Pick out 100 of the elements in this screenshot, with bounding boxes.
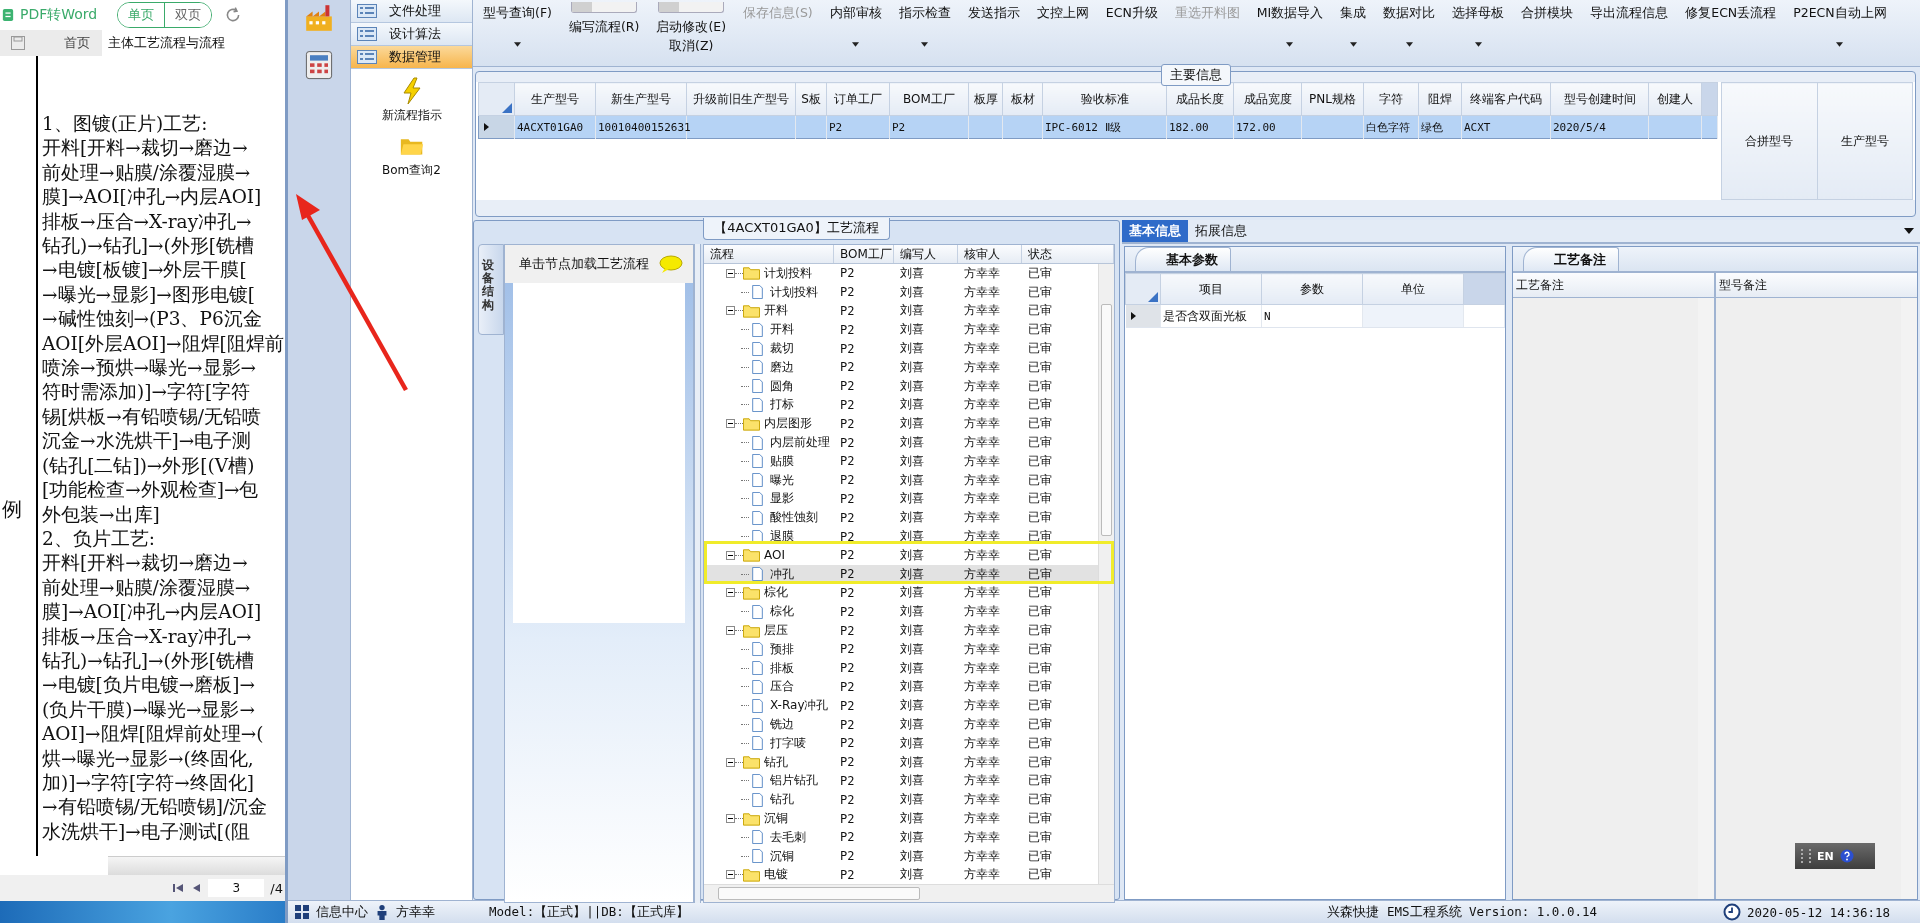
tree-row[interactable]: 钻孔 P2 刘喜 方幸幸 已审 (704, 790, 1098, 810)
dropdown-caret-icon[interactable] (1904, 228, 1914, 234)
tree-row[interactable]: 内层前处理 P2 刘喜 方幸幸 已审 (704, 433, 1098, 452)
tree-row[interactable]: 层压 P2 刘喜 方幸幸 已审 (704, 621, 1098, 640)
toolbar-button[interactable]: ECN升级 (1105, 2, 1158, 66)
column-header[interactable]: 单位 (1362, 273, 1464, 305)
toolbar-button[interactable]: P2ECN自动上网 (1793, 2, 1887, 66)
toolbar-button[interactable]: 导出流程信息 (1590, 2, 1669, 66)
nav-tool-button[interactable]: 新流程指示 (351, 77, 472, 124)
splitter-handle[interactable] (694, 244, 701, 904)
tree-row[interactable]: 圆角 P2 刘喜 方幸幸 已审 (704, 376, 1098, 396)
tab[interactable]: 基本信息 (1122, 220, 1188, 242)
column-header[interactable]: 状态 (1022, 245, 1114, 263)
column-header[interactable]: 型号创建时间 (1550, 82, 1649, 116)
column-header[interactable]: 板厚 (968, 82, 1003, 116)
toggle-switch[interactable] (571, 2, 638, 13)
column-header[interactable]: PNL规格 (1301, 82, 1364, 116)
tree-row[interactable]: 退膜 P2 刘喜 方幸幸 已审 (704, 527, 1098, 546)
column-header[interactable]: 验收标准 (1042, 82, 1167, 116)
column-header[interactable]: BOM工厂 (889, 82, 969, 116)
tree-row[interactable]: 预排 P2 刘喜 方幸幸 已审 (704, 639, 1098, 659)
column-header[interactable]: 新生产型号 (595, 82, 687, 116)
toolbar-button[interactable]: 合拼模块 (1521, 2, 1574, 66)
toolbar-button[interactable]: 选择母板 (1452, 2, 1505, 66)
column-header[interactable]: 项目 (1160, 273, 1262, 305)
document-tab[interactable]: 主体工艺流程与流程 (102, 30, 285, 56)
tree-row[interactable]: 棕化 P2 刘喜 方幸幸 已审 (704, 583, 1098, 603)
info-center-link[interactable]: 信息中心 (316, 903, 368, 921)
tree-row[interactable]: 铝片钻孔 P2 刘喜 方幸幸 已审 (704, 771, 1098, 791)
tree-row[interactable]: 沉铜 P2 刘喜 方幸幸 已审 (704, 846, 1098, 866)
column-header[interactable]: 生产型号 (1817, 82, 1913, 200)
nav-menu-item[interactable]: 文件处理 (351, 0, 472, 23)
column-header[interactable]: 板材 (1002, 82, 1043, 116)
tree-row[interactable]: 贴膜 P2 刘喜 方幸幸 已审 (704, 451, 1098, 471)
column-header[interactable]: 合拼型号 (1721, 82, 1817, 200)
toolbar-button[interactable]: 文控上网 (1036, 2, 1089, 66)
expander-icon[interactable] (726, 814, 735, 823)
expander-icon[interactable] (726, 757, 735, 767)
tree-row[interactable]: 棕化 P2 刘喜 方幸幸 已审 (704, 602, 1098, 622)
column-header[interactable]: 订单工厂 (826, 82, 890, 116)
tree-row[interactable]: 打标 P2 刘喜 方幸幸 已审 (704, 395, 1098, 415)
tree-row[interactable]: 去毛刺 P2 刘喜 方幸幸 已审 (704, 827, 1098, 847)
horizontal-scrollbar[interactable] (108, 856, 285, 875)
toolbar-button[interactable]: 数据对比 (1383, 2, 1436, 66)
expander-icon[interactable] (726, 588, 735, 598)
page-number-field[interactable]: 3 (208, 879, 265, 897)
column-header[interactable]: 阻焊 (1418, 82, 1462, 116)
toolbar-button[interactable]: 内部审核 (829, 2, 882, 66)
table-row[interactable]: 4ACXT01GA0 10010400152631 P2 P2 IPC-6012 Ⅱ级 182.00 172.00 白色字符 绿色 ACXT 2020/5/4 (478, 115, 1718, 139)
column-header[interactable]: 生产型号 (514, 82, 596, 116)
tree-row[interactable]: 排板 P2 刘喜 方幸幸 已审 (704, 658, 1098, 678)
tree-row[interactable]: 开料 P2 刘喜 方幸幸 已审 (704, 301, 1098, 321)
toolbar-button[interactable]: 修复ECN丢流程 (1685, 2, 1777, 66)
toolbar-button[interactable]: 取消(Z) (669, 38, 714, 55)
tree-row[interactable]: 内层图形 P2 刘喜 方幸幸 已审 (704, 414, 1098, 434)
toolbar-button[interactable]: 集成 (1340, 2, 1367, 66)
tab[interactable]: 拓展信息 (1188, 220, 1254, 242)
column-header[interactable]: 成品宽度 (1233, 82, 1302, 116)
help-icon[interactable] (1839, 849, 1854, 863)
toolbar-button[interactable]: MI数据导入 (1256, 2, 1324, 66)
toggle-switch[interactable] (658, 2, 725, 13)
expander-icon[interactable] (726, 550, 735, 560)
tree-row[interactable]: 计划投料 P2 刘喜 方幸幸 已审 (704, 282, 1098, 302)
first-page-icon[interactable] (172, 882, 185, 894)
panel-tab[interactable]: 基本参数 (1135, 247, 1231, 271)
column-header[interactable]: 参数 (1261, 273, 1363, 305)
expander-icon[interactable] (726, 870, 735, 880)
tree-row[interactable]: X-Ray冲孔 P2 刘喜 方幸幸 已审 (704, 696, 1098, 716)
tree-row[interactable]: AOI P2 刘喜 方幸幸 已审 (704, 545, 1098, 565)
tree-row[interactable]: 铣边 P2 刘喜 方幸幸 已审 (704, 715, 1098, 734)
expander-icon[interactable] (726, 306, 735, 316)
windows-grid-icon[interactable] (294, 904, 310, 920)
tree-row[interactable]: 电镀 P2 刘喜 方幸幸 已审 (704, 865, 1098, 885)
panel-tab[interactable]: 工艺备注 (1523, 247, 1619, 271)
column-header[interactable]: 字符 (1363, 82, 1419, 116)
side-tab[interactable]: 设备结构 (478, 244, 504, 335)
tree-row[interactable]: 钻孔 P2 刘喜 方幸幸 已审 (704, 752, 1098, 772)
expander-icon[interactable] (726, 419, 735, 429)
vertical-scrollbar[interactable] (1098, 264, 1114, 885)
column-header[interactable]: 编写人 (894, 245, 958, 263)
expander-icon[interactable] (726, 268, 735, 278)
tree-row[interactable]: 磨边 P2 刘喜 方幸幸 已审 (704, 358, 1098, 377)
language-bar[interactable]: EN (1795, 843, 1875, 869)
tree-row[interactable]: 裁切 P2 刘喜 方幸幸 已审 (704, 339, 1098, 358)
toolbar-button[interactable]: 型号查询(F) (483, 2, 552, 66)
toolbar-button[interactable]: 发送指示 (967, 2, 1020, 66)
column-header[interactable]: S板 (795, 82, 827, 116)
column-header[interactable]: 创建人 (1648, 82, 1702, 116)
column-header[interactable]: 流程 (704, 245, 834, 263)
tree-row[interactable]: 曝光 P2 刘喜 方幸幸 已审 (704, 470, 1098, 490)
expander-icon[interactable] (726, 626, 735, 636)
tree-row[interactable]: 计划投料 P2 刘喜 方幸幸 已审 (704, 264, 1098, 283)
tree-row[interactable]: 酸性蚀刻 P2 刘喜 方幸幸 已审 (704, 508, 1098, 528)
tree-row[interactable]: 打字唛 P2 刘喜 方幸幸 已审 (704, 733, 1098, 753)
toolbar-button[interactable]: 指示检查 (898, 2, 951, 66)
column-header[interactable]: 升级前旧生产型号 (686, 82, 796, 116)
document-tab[interactable]: 首页 (52, 30, 102, 56)
tree-row[interactable]: 显影 P2 刘喜 方幸幸 已审 (704, 489, 1098, 509)
nav-menu-item[interactable]: 设计算法 (351, 23, 472, 46)
horizontal-scrollbar[interactable] (704, 884, 1114, 903)
